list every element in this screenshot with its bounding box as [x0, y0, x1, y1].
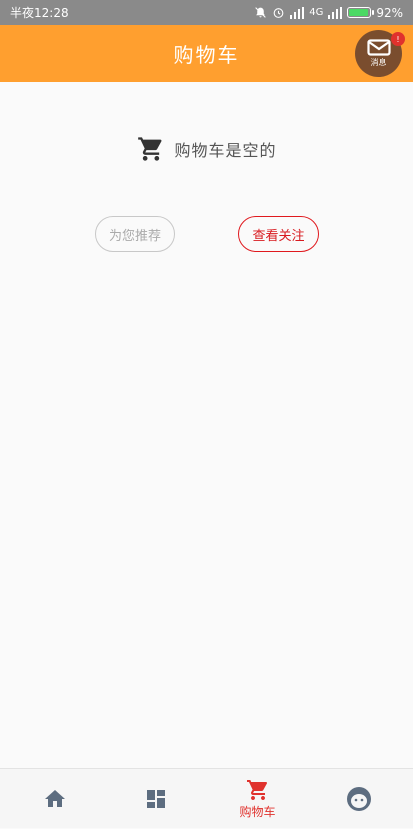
home-icon [44, 790, 65, 807]
profile-face-icon [346, 787, 371, 811]
recommend-button[interactable]: 为您推荐 [95, 216, 175, 252]
empty-cart-state: 购物车是空的 [0, 133, 413, 165]
bottom-tab-bar: 购物车 [0, 768, 413, 828]
view-following-button[interactable]: 查看关注 [238, 216, 319, 252]
app-bar: 购物车 消息 ! [0, 25, 413, 82]
signal-icon [328, 6, 343, 19]
tab-cart-label: 购物车 [239, 805, 276, 819]
alarm-clock-icon [273, 8, 284, 18]
mail-icon [366, 39, 391, 56]
message-badge: ! [391, 32, 405, 46]
page-title: 购物车 [173, 43, 240, 67]
tab-home[interactable] [3, 769, 106, 829]
empty-cart-text: 购物车是空的 [174, 141, 277, 160]
cart-icon [138, 137, 162, 161]
status-time: 半夜12:28 [10, 6, 69, 20]
signal-icon [290, 6, 305, 19]
message-label: 消息 [370, 58, 387, 67]
alarm-off-icon [255, 7, 266, 18]
status-icons: 4G 92% [254, 6, 403, 20]
tab-cart[interactable]: 购物车 [206, 769, 309, 829]
cart-icon [246, 780, 267, 800]
message-button[interactable]: 消息 ! [355, 30, 405, 77]
battery-icon [347, 7, 375, 18]
category-grid-icon [146, 790, 165, 808]
status-bar: 半夜12:28 4G 92% [0, 0, 413, 25]
battery-level [349, 9, 368, 16]
battery-percent: 92% [376, 5, 403, 20]
network-type: 4G [309, 7, 324, 18]
tab-profile[interactable] [307, 769, 410, 829]
tab-category[interactable] [104, 769, 207, 829]
